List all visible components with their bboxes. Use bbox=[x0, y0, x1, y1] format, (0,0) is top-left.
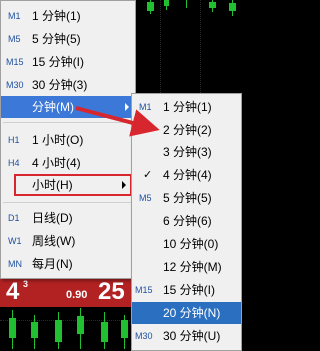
menu-item-label: 日线(D) bbox=[32, 211, 73, 225]
menu-separator bbox=[3, 202, 133, 203]
candle bbox=[101, 322, 108, 342]
menu-separator bbox=[3, 122, 133, 123]
m30-icon: M30 bbox=[135, 331, 153, 341]
menu-item-m30[interactable]: M30 30 分钟(3) bbox=[1, 74, 135, 96]
mn-icon: MN bbox=[8, 259, 22, 269]
submenu-item-10min[interactable]: 10 分钟(0) bbox=[132, 233, 241, 255]
menu-item-label: 5 分钟(5) bbox=[163, 191, 212, 205]
candle bbox=[164, 0, 169, 6]
menu-item-label: 5 分钟(5) bbox=[32, 32, 81, 46]
minutes-submenu: M1 1 分钟(1) 2 分钟(2) 3 分钟(3) ✓ 4 分钟(4) M5 … bbox=[131, 93, 242, 351]
menu-item-w1[interactable]: W1 周线(W) bbox=[1, 230, 135, 252]
menu-item-label: 每月(N) bbox=[32, 257, 73, 271]
submenu-item-1min[interactable]: M1 1 分钟(1) bbox=[132, 96, 241, 118]
price-right-digits: 25 bbox=[98, 278, 125, 305]
menu-item-label: 20 分钟(N) bbox=[163, 306, 221, 320]
menu-item-label: 30 分钟(U) bbox=[163, 329, 221, 343]
menu-item-label: 小时(H) bbox=[32, 178, 73, 192]
submenu-item-2min[interactable]: 2 分钟(2) bbox=[132, 119, 241, 141]
menu-item-label: 3 分钟(3) bbox=[163, 145, 212, 159]
submenu-item-12min[interactable]: 12 分钟(M) bbox=[132, 256, 241, 278]
m15-icon: M15 bbox=[135, 285, 153, 295]
submenu-item-3min[interactable]: 3 分钟(3) bbox=[132, 141, 241, 163]
menu-item-m5[interactable]: M5 5 分钟(5) bbox=[1, 28, 135, 50]
menu-item-hours-submenu[interactable]: 小时(H) bbox=[14, 174, 132, 196]
candle bbox=[77, 316, 84, 334]
candle bbox=[31, 322, 38, 338]
submenu-item-20min[interactable]: 20 分钟(N) bbox=[132, 302, 241, 324]
menu-item-label: 30 分钟(3) bbox=[32, 78, 88, 92]
price-small: 0.90 bbox=[66, 289, 88, 301]
m15-icon: M15 bbox=[6, 57, 24, 67]
menu-item-label: 1 分钟(1) bbox=[163, 100, 212, 114]
price-big-digit: 4 bbox=[6, 278, 20, 305]
menu-item-label: 4 分钟(4) bbox=[163, 168, 212, 182]
submenu-item-30min[interactable]: M30 30 分钟(U) bbox=[132, 325, 241, 347]
candle bbox=[229, 3, 236, 11]
menu-item-mn[interactable]: MN 每月(N) bbox=[1, 253, 135, 275]
price-superscript: 3 bbox=[23, 279, 29, 289]
menu-item-label: 分钟(M) bbox=[32, 100, 74, 114]
candle bbox=[186, 0, 187, 8]
candle bbox=[9, 318, 16, 338]
menu-item-label: 6 分钟(6) bbox=[163, 214, 212, 228]
submenu-item-6min[interactable]: 6 分钟(6) bbox=[132, 210, 241, 232]
candle bbox=[55, 320, 62, 342]
menu-item-minutes-submenu[interactable]: 分钟(M) bbox=[1, 96, 135, 118]
menu-item-h4[interactable]: H4 4 小时(4) bbox=[1, 152, 135, 174]
menu-item-label: 1 小时(O) bbox=[32, 133, 84, 147]
checkmark-icon: ✓ bbox=[143, 169, 153, 181]
menu-item-label: 15 分钟(I) bbox=[32, 55, 85, 69]
menu-item-label: 2 分钟(2) bbox=[163, 123, 212, 137]
submenu-arrow-icon bbox=[125, 103, 129, 111]
m5-icon: M5 bbox=[8, 34, 21, 44]
h4-icon: H4 bbox=[8, 158, 20, 168]
submenu-arrow-icon bbox=[122, 181, 126, 189]
price-quote-panel: 4 3 0.90 25 bbox=[0, 277, 140, 307]
m1-icon: M1 bbox=[8, 11, 21, 21]
candle bbox=[121, 320, 128, 338]
d1-icon: D1 bbox=[8, 213, 20, 223]
menu-item-m15[interactable]: M15 15 分钟(I) bbox=[1, 51, 135, 73]
candle bbox=[209, 2, 216, 8]
menu-item-label: 10 分钟(0) bbox=[163, 237, 219, 251]
menu-item-d1[interactable]: D1 日线(D) bbox=[1, 207, 135, 229]
h1-icon: H1 bbox=[8, 135, 20, 145]
m5-icon: M5 bbox=[139, 193, 152, 203]
timeframe-menu: M1 1 分钟(1) M5 5 分钟(5) M15 15 分钟(I) M30 3… bbox=[0, 0, 136, 279]
m30-icon: M30 bbox=[6, 80, 24, 90]
submenu-item-15min[interactable]: M15 15 分钟(I) bbox=[132, 279, 241, 301]
menu-item-label: 15 分钟(I) bbox=[163, 283, 216, 297]
menu-item-label: 4 小时(4) bbox=[32, 156, 81, 170]
m1-icon: M1 bbox=[139, 102, 152, 112]
menu-item-label: 12 分钟(M) bbox=[163, 260, 222, 274]
submenu-item-5min[interactable]: M5 5 分钟(5) bbox=[132, 187, 241, 209]
submenu-item-4min[interactable]: ✓ 4 分钟(4) bbox=[132, 164, 241, 186]
w1-icon: W1 bbox=[8, 236, 22, 246]
menu-item-label: 周线(W) bbox=[32, 234, 76, 248]
menu-item-h1[interactable]: H1 1 小时(O) bbox=[1, 129, 135, 151]
menu-item-m1[interactable]: M1 1 分钟(1) bbox=[1, 5, 135, 27]
candle bbox=[147, 2, 154, 11]
menu-item-label: 1 分钟(1) bbox=[32, 9, 81, 23]
